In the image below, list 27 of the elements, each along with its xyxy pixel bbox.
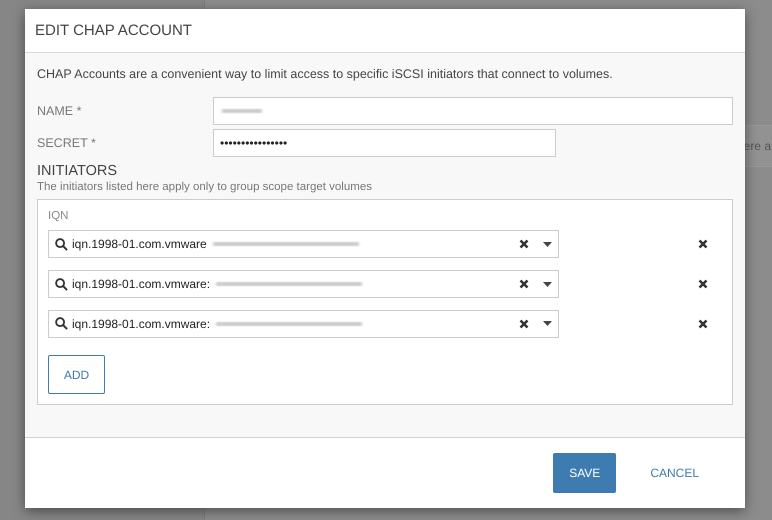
clear-icon[interactable]	[519, 279, 529, 289]
field-label: SECRET *	[37, 136, 97, 150]
search-icon	[55, 278, 68, 290]
caret-icon[interactable]	[543, 242, 552, 247]
column-label: IQN	[48, 210, 70, 222]
section-note: The initiators listed here apply only to group scope target volumes	[37, 181, 373, 193]
dialog-title: EDIT CHAP ACCOUNT	[35, 22, 192, 39]
search-icon	[55, 238, 68, 251]
search-icon	[55, 317, 68, 330]
iqn-select[interactable]: iqn.1998-01.com.vmware:	[48, 270, 559, 298]
remove-icon[interactable]	[698, 239, 708, 250]
clear-icon[interactable]	[519, 318, 529, 329]
remove-icon[interactable]	[698, 279, 708, 289]
add-button[interactable]: ADD	[48, 355, 105, 394]
input-field[interactable]	[213, 97, 733, 125]
field-label: NAME *	[37, 104, 82, 118]
description: CHAP Accounts are a convenient way to limit access to specific iSCSI initiators that connect to volumes.	[37, 67, 614, 81]
save-button[interactable]: SAVE	[553, 453, 616, 493]
iqn-select[interactable]: iqn.1998-01.com.vmware:	[48, 310, 559, 338]
password-field[interactable]: ••••••••••••••••	[213, 129, 556, 157]
iqn-select[interactable]: iqn.1998-01.com.vmware	[48, 230, 559, 258]
cancel-link[interactable]: CANCEL	[634, 453, 715, 493]
clear-icon[interactable]	[519, 239, 529, 250]
section-heading: INITIATORS	[37, 163, 118, 179]
caret-icon[interactable]	[543, 321, 552, 326]
caret-icon[interactable]	[543, 282, 552, 286]
remove-icon[interactable]	[698, 318, 708, 329]
